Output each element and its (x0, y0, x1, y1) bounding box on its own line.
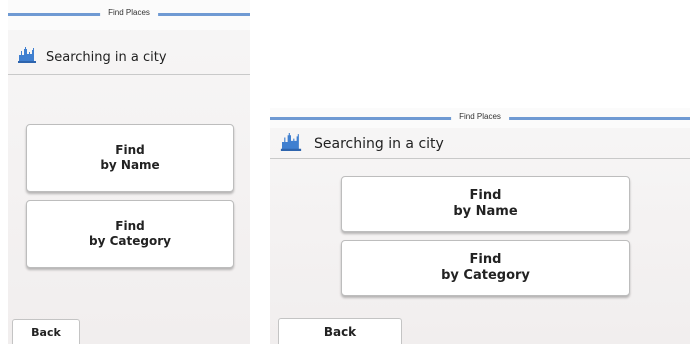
screen-title: Find Places (100, 8, 158, 17)
search-context-header: Searching in a city (8, 40, 250, 75)
landscape-screen: Find Places Searching in a city Find by … (270, 108, 690, 344)
find-by-category-label: Find by Category (441, 251, 530, 283)
find-by-name-button[interactable]: Find by Name (26, 124, 234, 192)
find-by-name-button[interactable]: Find by Name (341, 176, 630, 232)
search-context-header: Searching in a city (270, 130, 690, 159)
portrait-screen: Find Places Searching in a city Find by … (8, 0, 250, 344)
screen-title: Find Places (451, 112, 509, 121)
title-bar: Find Places (270, 108, 690, 128)
title-bar: Find Places (8, 0, 250, 30)
find-by-name-label: Find by Name (453, 187, 518, 219)
city-icon (18, 47, 36, 67)
find-by-category-button[interactable]: Find by Category (26, 200, 234, 268)
find-by-name-label: Find by Name (100, 143, 160, 172)
back-button[interactable]: Back (12, 319, 80, 344)
searching-in-city-label: Searching in a city (314, 136, 444, 152)
searching-in-city-label: Searching in a city (46, 49, 167, 65)
find-by-category-label: Find by Category (89, 219, 171, 248)
city-icon (280, 133, 302, 155)
back-button[interactable]: Back (278, 318, 402, 344)
find-by-category-button[interactable]: Find by Category (341, 240, 630, 296)
